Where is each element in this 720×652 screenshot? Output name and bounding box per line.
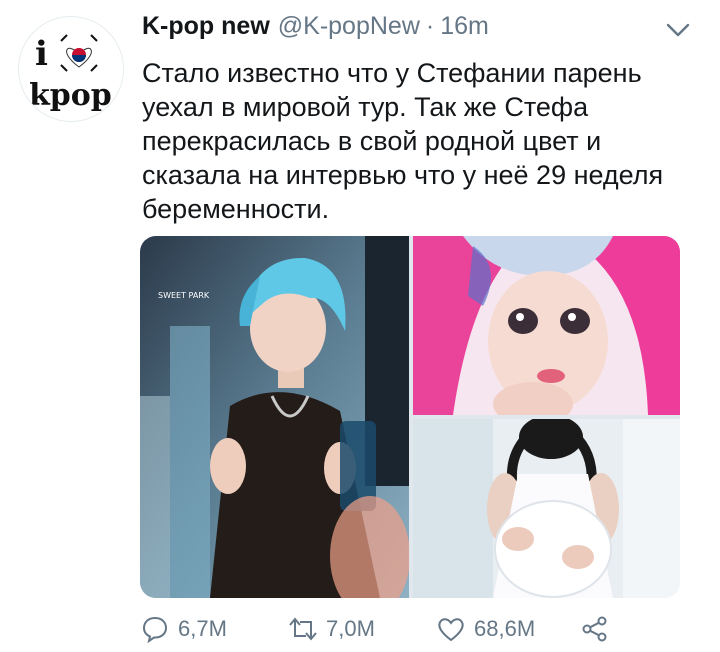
author-name[interactable]: K-pop new <box>142 12 270 41</box>
media-photo-3[interactable] <box>413 419 680 598</box>
avatar-text-bottom: kpop <box>29 78 112 113</box>
photo-pink-hair-girl-icon <box>413 236 680 415</box>
chevron-down-icon[interactable] <box>664 16 692 44</box>
photo-watermark: SWEET PARK <box>158 291 210 300</box>
retweet-button[interactable]: 7,0M <box>288 612 375 646</box>
avatar-text-top: i <box>35 34 48 74</box>
tweet-actions: 6,7M 7,0M 68,6M <box>140 612 700 646</box>
media-photo-1[interactable]: SWEET PARK <box>140 236 409 598</box>
tweet-header: K-pop new @K-popNew · 16m <box>142 12 489 46</box>
reply-button[interactable]: 6,7M <box>140 612 227 646</box>
media-photo-2[interactable] <box>413 236 680 415</box>
avatar[interactable]: i kpop <box>18 16 124 122</box>
like-button[interactable]: 68,6M <box>436 612 535 646</box>
share-icon <box>582 616 607 642</box>
separator-dot: · <box>425 12 435 40</box>
share-button[interactable] <box>580 612 610 646</box>
reply-icon <box>142 616 168 644</box>
photo-pregnant-woman-icon <box>413 419 680 598</box>
tweet-time[interactable]: 16m <box>440 12 489 41</box>
retweet-count: 7,0M <box>326 616 375 641</box>
kpop-logo-icon: i kpop <box>29 34 112 113</box>
tweet-text: Стало известно что у Стефании парень уех… <box>142 58 664 224</box>
photo-blue-hair-boy-icon: SWEET PARK <box>140 236 409 598</box>
retweet-icon <box>289 617 317 641</box>
author-handle[interactable]: @K-popNew <box>278 12 420 41</box>
like-count: 68,6M <box>474 616 536 641</box>
heart-icon <box>438 618 464 642</box>
reply-count: 6,7M <box>178 616 227 641</box>
media-grid[interactable]: SWEET PARK <box>140 236 680 598</box>
korean-flag-heart-icon <box>60 34 98 72</box>
